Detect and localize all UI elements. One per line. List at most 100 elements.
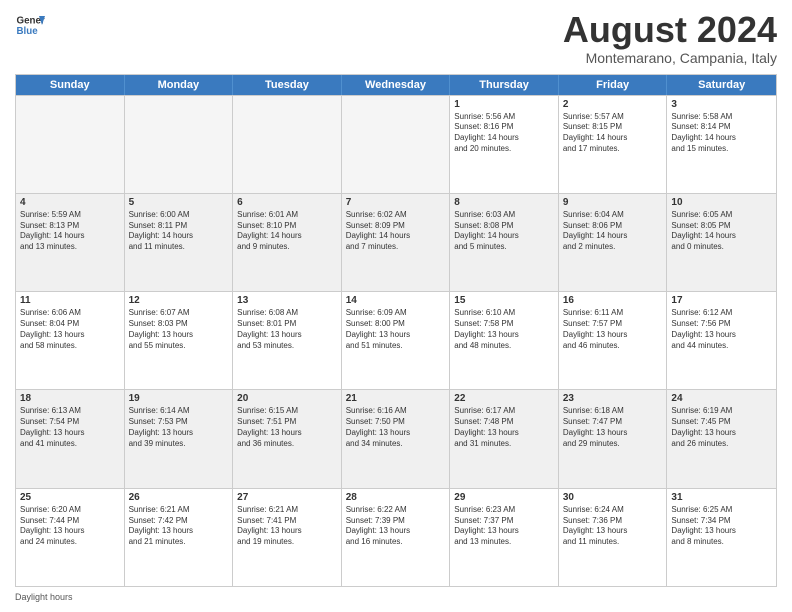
calendar-day-5: 5 Sunrise: 6:00 AM Sunset: 8:11 PM Daylig… [125, 194, 234, 291]
calendar-day-25: 25 Sunrise: 6:20 AM Sunset: 7:44 PM Dayli… [16, 489, 125, 586]
day-info: Sunrise: 6:20 AM Sunset: 7:44 PM Dayligh… [20, 505, 120, 548]
calendar-day-22: 22Sunrise: 6:17 AM Sunset: 7:48 PM Dayli… [450, 390, 559, 487]
svg-text:Blue: Blue [17, 26, 39, 37]
weekday-header-monday: Monday [125, 75, 234, 95]
day-number: 15 [454, 295, 554, 306]
day-info: Sunrise: 6:06 AM Sunset: 8:04 PM Dayligh… [20, 308, 120, 351]
calendar-body: 1Sunrise: 5:56 AM Sunset: 8:16 PM Daylig… [16, 95, 776, 586]
day-number: 11 [20, 295, 120, 306]
calendar-week-5: 25 Sunrise: 6:20 AM Sunset: 7:44 PM Dayli… [16, 488, 776, 586]
day-number: 25 [20, 492, 120, 503]
calendar-day-28: 28Sunrise: 6:22 AM Sunset: 7:39 PM Dayli… [342, 489, 451, 586]
day-number: 14 [346, 295, 446, 306]
day-number: 20 [237, 393, 337, 404]
weekday-header-sunday: Sunday [16, 75, 125, 95]
day-number: 5 [129, 197, 229, 208]
calendar-day-1: 1Sunrise: 5:56 AM Sunset: 8:16 PM Daylig… [450, 96, 559, 193]
day-number: 7 [346, 197, 446, 208]
calendar-day-24: 24 Sunrise: 6:19 AM Sunset: 7:45 PM Dayli… [667, 390, 776, 487]
day-number: 10 [671, 197, 772, 208]
day-info: Sunrise: 6:15 AM Sunset: 7:51 PM Dayligh… [237, 406, 337, 449]
day-number: 2 [563, 99, 663, 110]
day-info: Sunrise: 6:18 AM Sunset: 7:47 PM Dayligh… [563, 406, 663, 449]
day-info: Sunrise: 6:05 AM Sunset: 8:05 PM Dayligh… [671, 210, 772, 253]
day-info: Sunrise: 6:24 AM Sunset: 7:36 PM Dayligh… [563, 505, 663, 548]
calendar-day-19: 19Sunrise: 6:14 AM Sunset: 7:53 PM Dayli… [125, 390, 234, 487]
calendar-day-21: 21Sunrise: 6:16 AM Sunset: 7:50 PM Dayli… [342, 390, 451, 487]
day-number: 19 [129, 393, 229, 404]
title-block: August 2024 Montemarano, Campania, Italy [563, 10, 777, 66]
day-number: 18 [20, 393, 120, 404]
footer: Daylight hours [15, 592, 777, 602]
calendar-week-2: 4 Sunrise: 5:59 AM Sunset: 8:13 PM Daylig… [16, 193, 776, 291]
calendar-day-6: 6Sunrise: 6:01 AM Sunset: 8:10 PM Daylig… [233, 194, 342, 291]
calendar-day-14: 14Sunrise: 6:09 AM Sunset: 8:00 PM Dayli… [342, 292, 451, 389]
day-info: Sunrise: 5:58 AM Sunset: 8:14 PM Dayligh… [671, 112, 772, 155]
day-number: 29 [454, 492, 554, 503]
daylight-label: Daylight hours [15, 592, 73, 602]
calendar-week-1: 1Sunrise: 5:56 AM Sunset: 8:16 PM Daylig… [16, 95, 776, 193]
day-number: 8 [454, 197, 554, 208]
calendar-day-8: 8 Sunrise: 6:03 AM Sunset: 8:08 PM Daylig… [450, 194, 559, 291]
header: General Blue August 2024 Montemarano, Ca… [15, 10, 777, 66]
calendar-week-3: 11 Sunrise: 6:06 AM Sunset: 8:04 PM Dayli… [16, 291, 776, 389]
day-info: Sunrise: 6:19 AM Sunset: 7:45 PM Dayligh… [671, 406, 772, 449]
calendar-day-18: 18 Sunrise: 6:13 AM Sunset: 7:54 PM Dayli… [16, 390, 125, 487]
calendar-day-30: 30Sunrise: 6:24 AM Sunset: 7:36 PM Dayli… [559, 489, 668, 586]
day-info: Sunrise: 6:03 AM Sunset: 8:08 PM Dayligh… [454, 210, 554, 253]
calendar-day-29: 29 Sunrise: 6:23 AM Sunset: 7:37 PM Dayli… [450, 489, 559, 586]
calendar-day-13: 13 Sunrise: 6:08 AM Sunset: 8:01 PM Dayli… [233, 292, 342, 389]
day-number: 26 [129, 492, 229, 503]
calendar: SundayMondayTuesdayWednesdayThursdayFrid… [15, 74, 777, 587]
day-info: Sunrise: 5:59 AM Sunset: 8:13 PM Dayligh… [20, 210, 120, 253]
weekday-header-tuesday: Tuesday [233, 75, 342, 95]
day-number: 4 [20, 197, 120, 208]
day-number: 24 [671, 393, 772, 404]
calendar-day-27: 27 Sunrise: 6:21 AM Sunset: 7:41 PM Dayli… [233, 489, 342, 586]
day-info: Sunrise: 6:10 AM Sunset: 7:58 PM Dayligh… [454, 308, 554, 351]
calendar-day-2: 2 Sunrise: 5:57 AM Sunset: 8:15 PM Daylig… [559, 96, 668, 193]
calendar-day-16: 16 Sunrise: 6:11 AM Sunset: 7:57 PM Dayli… [559, 292, 668, 389]
day-number: 3 [671, 99, 772, 110]
day-number: 13 [237, 295, 337, 306]
day-number: 22 [454, 393, 554, 404]
calendar-empty-cell [125, 96, 234, 193]
day-info: Sunrise: 6:25 AM Sunset: 7:34 PM Dayligh… [671, 505, 772, 548]
calendar-day-17: 17 Sunrise: 6:12 AM Sunset: 7:56 PM Dayli… [667, 292, 776, 389]
day-info: Sunrise: 6:12 AM Sunset: 7:56 PM Dayligh… [671, 308, 772, 351]
logo: General Blue [15, 10, 45, 40]
calendar-day-7: 7 Sunrise: 6:02 AM Sunset: 8:09 PM Daylig… [342, 194, 451, 291]
weekday-header-thursday: Thursday [450, 75, 559, 95]
day-info: Sunrise: 6:02 AM Sunset: 8:09 PM Dayligh… [346, 210, 446, 253]
day-info: Sunrise: 6:21 AM Sunset: 7:41 PM Dayligh… [237, 505, 337, 548]
calendar-empty-cell [233, 96, 342, 193]
day-info: Sunrise: 6:11 AM Sunset: 7:57 PM Dayligh… [563, 308, 663, 351]
day-info: Sunrise: 6:23 AM Sunset: 7:37 PM Dayligh… [454, 505, 554, 548]
calendar-header: SundayMondayTuesdayWednesdayThursdayFrid… [16, 75, 776, 95]
day-info: Sunrise: 5:57 AM Sunset: 8:15 PM Dayligh… [563, 112, 663, 155]
day-number: 16 [563, 295, 663, 306]
day-number: 27 [237, 492, 337, 503]
day-number: 31 [671, 492, 772, 503]
day-number: 12 [129, 295, 229, 306]
calendar-day-10: 10 Sunrise: 6:05 AM Sunset: 8:05 PM Dayli… [667, 194, 776, 291]
day-info: Sunrise: 6:08 AM Sunset: 8:01 PM Dayligh… [237, 308, 337, 351]
weekday-header-saturday: Saturday [667, 75, 776, 95]
calendar-day-11: 11 Sunrise: 6:06 AM Sunset: 8:04 PM Dayli… [16, 292, 125, 389]
day-number: 23 [563, 393, 663, 404]
weekday-header-wednesday: Wednesday [342, 75, 451, 95]
day-info: Sunrise: 6:22 AM Sunset: 7:39 PM Dayligh… [346, 505, 446, 548]
calendar-empty-cell [16, 96, 125, 193]
weekday-header-friday: Friday [559, 75, 668, 95]
location: Montemarano, Campania, Italy [563, 50, 777, 66]
day-number: 17 [671, 295, 772, 306]
day-info: Sunrise: 6:16 AM Sunset: 7:50 PM Dayligh… [346, 406, 446, 449]
calendar-week-4: 18 Sunrise: 6:13 AM Sunset: 7:54 PM Dayli… [16, 389, 776, 487]
day-info: Sunrise: 6:21 AM Sunset: 7:42 PM Dayligh… [129, 505, 229, 548]
day-info: Sunrise: 6:00 AM Sunset: 8:11 PM Dayligh… [129, 210, 229, 253]
calendar-day-12: 12 Sunrise: 6:07 AM Sunset: 8:03 PM Dayli… [125, 292, 234, 389]
day-info: Sunrise: 6:07 AM Sunset: 8:03 PM Dayligh… [129, 308, 229, 351]
day-info: Sunrise: 6:13 AM Sunset: 7:54 PM Dayligh… [20, 406, 120, 449]
calendar-day-15: 15 Sunrise: 6:10 AM Sunset: 7:58 PM Dayli… [450, 292, 559, 389]
logo-icon: General Blue [15, 10, 45, 40]
